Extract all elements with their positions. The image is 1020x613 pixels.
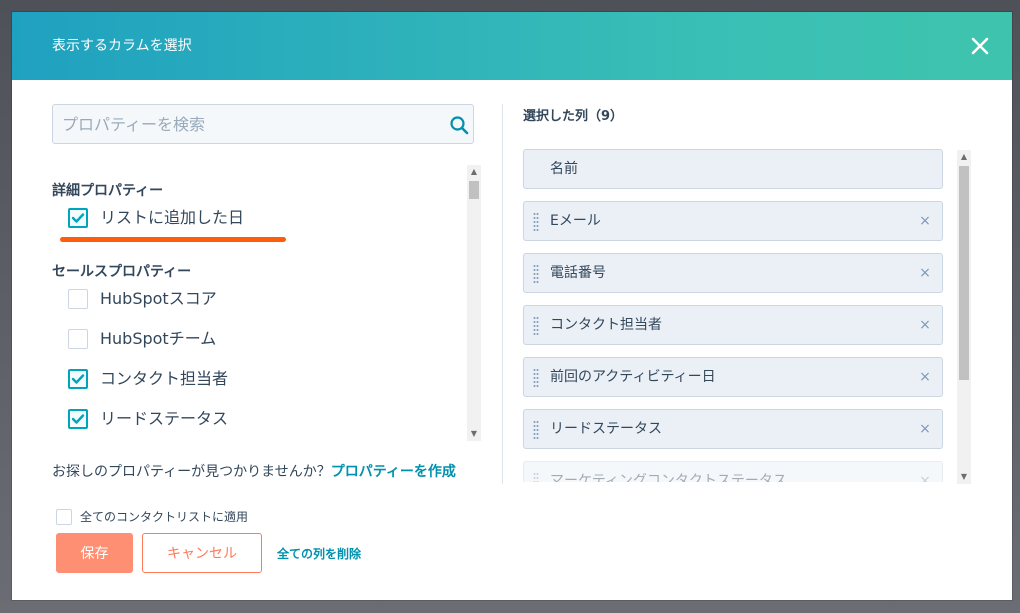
apply-all-checkbox[interactable] (56, 509, 72, 525)
selected-column-label: 名前 (550, 161, 578, 177)
selected-column-label: リードステータス (550, 421, 662, 437)
selected-list-scrollbar[interactable]: ▲ ▼ (957, 150, 971, 484)
property-item-contact-owner[interactable]: コンタクト担当者 (68, 367, 448, 391)
remove-column-button[interactable]: × (918, 474, 932, 482)
column-divider (502, 104, 503, 484)
remove-column-button[interactable]: × (918, 266, 932, 280)
property-not-found-message: お探しのプロパティーが見つかりませんか？プロパティーを作成 (52, 461, 456, 481)
drag-handle-icon[interactable] (533, 212, 539, 232)
property-label: HubSpotスコア (100, 289, 217, 308)
selected-columns-list: 名前 Eメール × 電話番号 × コンタクト担当者 × 前回のアクティビティー日… (523, 149, 943, 482)
drag-handle-icon[interactable] (533, 472, 539, 482)
property-list: 詳細プロパティー リストに追加した日 セールスプロパティー HubSpotスコア… (52, 172, 482, 440)
apply-all-label: 全てのコンタクトリストに適用 (80, 510, 249, 524)
property-item-hubspot-score[interactable]: HubSpotスコア (68, 287, 448, 311)
checkbox-unchecked[interactable] (68, 289, 88, 309)
cancel-button[interactable]: キャンセル (142, 533, 262, 573)
apply-all-lists-option[interactable]: 全てのコンタクトリストに適用 (56, 509, 276, 527)
checkbox-checked[interactable] (68, 208, 88, 228)
checkbox-unchecked[interactable] (68, 329, 88, 349)
remove-column-button[interactable]: × (918, 370, 932, 384)
checkbox-checked[interactable] (68, 369, 88, 389)
selected-column-label: マーケティングコンタクトステータス (550, 473, 787, 482)
drag-handle-icon[interactable] (533, 420, 539, 440)
selected-column-label: Eメール (550, 213, 601, 229)
selected-column-label: 電話番号 (550, 265, 606, 281)
scroll-up-arrow-icon[interactable]: ▲ (957, 150, 971, 164)
scrollbar-thumb[interactable] (469, 181, 479, 199)
scrollbar-thumb[interactable] (959, 166, 969, 380)
property-search-box (52, 104, 474, 144)
drag-handle-icon[interactable] (533, 264, 539, 284)
check-icon (71, 374, 85, 384)
check-icon (71, 213, 85, 223)
property-item-list-added-date[interactable]: リストに追加した日 (68, 206, 448, 230)
group-title-sales: セールスプロパティー (52, 264, 192, 280)
property-search-input[interactable] (53, 105, 433, 143)
property-label: HubSpotチーム (100, 329, 217, 348)
search-icon[interactable] (449, 115, 469, 135)
property-list-scrollbar[interactable]: ▲ ▼ (467, 165, 481, 441)
property-item-lead-status[interactable]: リードステータス (68, 407, 448, 431)
close-button[interactable] (968, 34, 992, 58)
selected-columns-title: 選択した列（9） (523, 109, 624, 124)
selected-column-phone[interactable]: 電話番号 × (523, 253, 943, 293)
scroll-up-arrow-icon[interactable]: ▲ (467, 165, 481, 179)
property-label: コンタクト担当者 (100, 369, 229, 388)
property-label: リードステータス (100, 409, 229, 428)
scroll-down-arrow-icon[interactable]: ▼ (467, 427, 481, 441)
selected-column-marketing-status[interactable]: マーケティングコンタクトステータス × (523, 461, 943, 482)
save-button[interactable]: 保存 (56, 533, 133, 573)
selected-column-email[interactable]: Eメール × (523, 201, 943, 241)
drag-handle-icon[interactable] (533, 316, 539, 336)
selected-column-label: 前回のアクティビティー日 (550, 369, 716, 385)
modal-header: 表示するカラムを選択 (12, 12, 1012, 80)
group-title-details: 詳細プロパティー (52, 183, 164, 199)
not-found-text: お探しのプロパティーが見つかりませんか？ (52, 464, 331, 480)
create-property-link[interactable]: プロパティーを作成 (331, 464, 456, 480)
checkbox-checked[interactable] (68, 409, 88, 429)
drag-handle-icon[interactable] (533, 368, 539, 388)
selected-column-name: 名前 (523, 149, 943, 189)
remove-column-button[interactable]: × (918, 318, 932, 332)
selected-column-last-activity[interactable]: 前回のアクティビティー日 × (523, 357, 943, 397)
selected-column-lead-status[interactable]: リードステータス × (523, 409, 943, 449)
check-icon (71, 414, 85, 424)
close-icon (971, 37, 989, 55)
selected-column-contact-owner[interactable]: コンタクト担当者 × (523, 305, 943, 345)
remove-column-button[interactable]: × (918, 214, 932, 228)
column-select-modal: 表示するカラムを選択 詳細プロパティー リストに追加した日 セールスプロパティー (12, 12, 1012, 600)
remove-column-button[interactable]: × (918, 422, 932, 436)
scroll-down-arrow-icon[interactable]: ▼ (957, 470, 971, 484)
modal-title: 表示するカラムを選択 (52, 38, 192, 54)
property-label: リストに追加した日 (100, 208, 245, 227)
delete-all-columns-link[interactable]: 全ての列を削除 (277, 545, 361, 562)
highlight-underline (60, 237, 286, 242)
property-item-hubspot-team[interactable]: HubSpotチーム (68, 327, 448, 351)
selected-column-label: コンタクト担当者 (550, 317, 662, 333)
